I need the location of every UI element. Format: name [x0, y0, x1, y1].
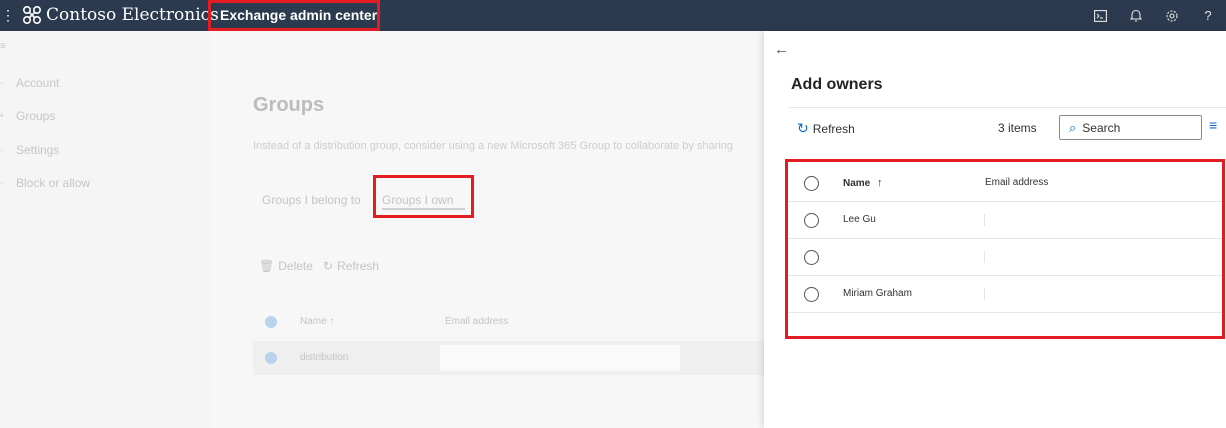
- group-email: [440, 345, 680, 371]
- group-name: distribution: [300, 352, 349, 363]
- panel-title: Add owners: [791, 76, 883, 93]
- column-header-email[interactable]: Email address: [985, 177, 1048, 188]
- page-description: Instead of a distribution group, conside…: [253, 140, 733, 152]
- person-icon: ◦: [0, 78, 4, 88]
- refresh-button[interactable]: ↻ Refresh: [323, 259, 379, 273]
- top-bar: ⋮ Contoso Electronics Exchange admin cen…: [0, 0, 1226, 31]
- add-owners-panel: ← Add owners ↻ Refresh 3 items ⌕ Search …: [764, 31, 1226, 428]
- panel-refresh-button[interactable]: ↻ Refresh: [797, 120, 855, 137]
- select-all-radio[interactable]: [804, 176, 819, 191]
- owners-table-header: Name ↑ Email address: [788, 165, 1222, 202]
- top-icons: ?: [1082, 0, 1226, 31]
- filter-icon[interactable]: ≡: [1209, 117, 1217, 133]
- column-header-name[interactable]: Name ↑: [300, 316, 334, 327]
- row-radio[interactable]: [804, 250, 819, 265]
- cell-divider: [984, 251, 985, 263]
- search-input[interactable]: ⌕ Search: [1059, 115, 1202, 140]
- nav-item-label: Settings: [16, 143, 60, 157]
- hamburger-icon[interactable]: ≡: [0, 41, 6, 52]
- row-radio[interactable]: [804, 287, 819, 302]
- nav-item-block-or-allow[interactable]: ◦ Block or allow: [0, 173, 90, 193]
- groups-table-header: Name ↑ Email address: [253, 311, 764, 335]
- brand-name: Contoso Electronics: [46, 5, 219, 25]
- tab-groups-i-belong-to[interactable]: Groups I belong to: [262, 193, 361, 207]
- divider: [789, 107, 1226, 108]
- nav-item-groups[interactable]: ᵃ Groups: [0, 106, 55, 126]
- gear-icon[interactable]: [1154, 0, 1190, 31]
- people-icon: ᵃ: [0, 111, 4, 121]
- app-title[interactable]: Exchange admin center: [208, 0, 380, 31]
- terminal-icon[interactable]: [1082, 0, 1118, 31]
- back-arrow-icon[interactable]: ←: [774, 41, 789, 58]
- delete-label: Delete: [278, 259, 313, 273]
- column-header-email[interactable]: Email address: [445, 316, 508, 327]
- main-content: Groups Instead of a distribution group, …: [212, 31, 764, 428]
- trash-icon: 🗑: [259, 259, 275, 273]
- nav-item-settings[interactable]: ◦ Settings: [0, 140, 59, 160]
- search-placeholder: Search: [1082, 120, 1121, 135]
- nav-item-account[interactable]: ◦ Account: [0, 73, 59, 93]
- owner-name: Lee Gu: [843, 214, 876, 225]
- refresh-icon: ↻: [323, 259, 334, 273]
- table-row[interactable]: [788, 239, 1222, 276]
- table-row[interactable]: Miriam Graham: [788, 276, 1222, 313]
- bell-icon[interactable]: [1118, 0, 1154, 31]
- tab-label: Groups I own: [382, 193, 454, 207]
- refresh-label: Refresh: [812, 121, 855, 136]
- cell-divider: [984, 288, 985, 300]
- row-checkbox[interactable]: [265, 352, 277, 364]
- owner-name: Miriam Graham: [843, 288, 912, 299]
- page-title: Groups: [253, 94, 325, 116]
- left-nav: ≡ ◦ Account ᵃ Groups ◦ Settings ◦ Block …: [0, 31, 212, 428]
- item-count: 3 items: [998, 121, 1037, 135]
- sort-ascending-icon: ↑: [329, 316, 335, 327]
- tab-groups-i-own[interactable]: Groups I own: [373, 175, 474, 218]
- refresh-icon: ↻: [797, 120, 809, 136]
- waffle-icon[interactable]: ⋮: [0, 6, 15, 24]
- nav-item-label: Account: [16, 76, 60, 90]
- table-row[interactable]: Lee Gu: [788, 202, 1222, 239]
- cell-divider: [984, 214, 985, 226]
- brand[interactable]: Contoso Electronics: [22, 4, 219, 26]
- table-row[interactable]: distribution: [253, 341, 764, 375]
- nav-item-label: Block or allow: [16, 176, 91, 190]
- contoso-logo-icon: [22, 5, 42, 25]
- search-icon: ⌕: [1069, 119, 1077, 135]
- column-header-name[interactable]: Name ↑: [843, 177, 883, 189]
- refresh-label: Refresh: [337, 259, 380, 273]
- delete-button[interactable]: 🗑 Delete: [259, 259, 313, 273]
- row-radio[interactable]: [804, 213, 819, 228]
- owners-table: Name ↑ Email address Lee Gu Miriam Graha…: [785, 159, 1225, 339]
- select-all-checkbox[interactable]: [265, 316, 277, 328]
- sort-ascending-icon: ↑: [877, 177, 883, 189]
- tab-selected-indicator: [382, 208, 465, 210]
- help-icon[interactable]: ?: [1190, 0, 1226, 31]
- block-icon: ◦: [0, 178, 4, 188]
- gear-icon: ◦: [0, 145, 4, 155]
- nav-item-label: Groups: [16, 109, 56, 123]
